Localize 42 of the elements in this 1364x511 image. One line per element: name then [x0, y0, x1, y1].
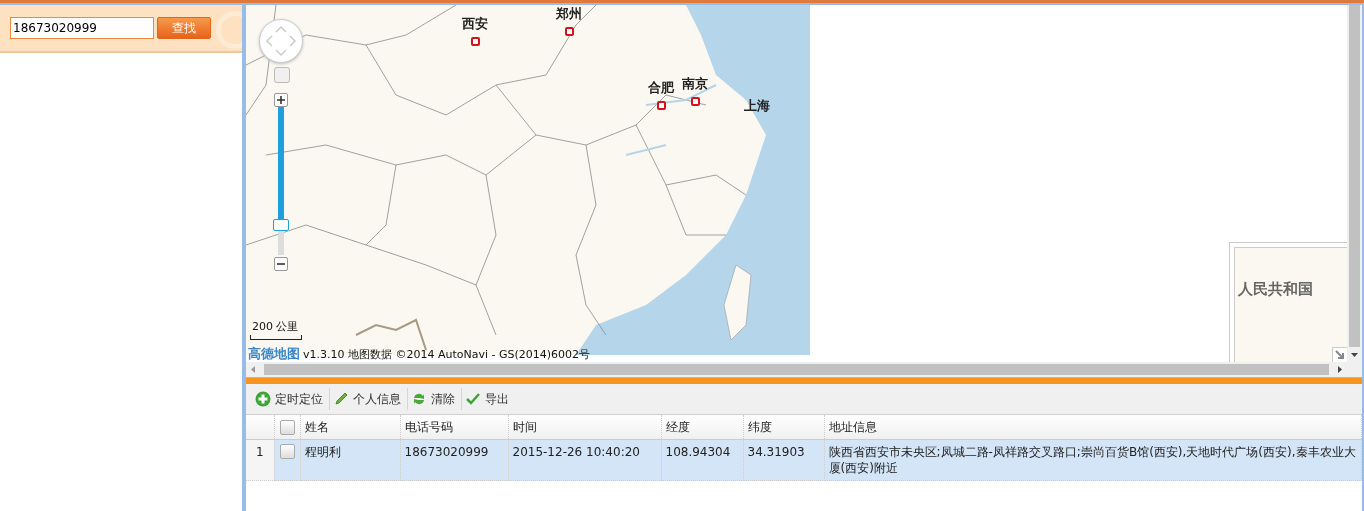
- select-all-checkbox[interactable]: [279, 419, 295, 435]
- table-cell: 18673020999: [400, 439, 508, 481]
- table-cell: 程明利: [300, 439, 400, 481]
- zoom-out-button[interactable]: [274, 257, 288, 271]
- table-cell: 108.94304: [661, 439, 743, 481]
- toolbar-button[interactable]: 清除: [408, 388, 462, 410]
- plus-icon: [276, 95, 286, 105]
- map-logo: 高德地图: [248, 345, 300, 362]
- city-label: 上海: [744, 97, 770, 115]
- city-label: 西安: [462, 15, 488, 33]
- toolbar-button[interactable]: 导出: [462, 388, 515, 410]
- column-header[interactable]: 姓名: [300, 415, 400, 440]
- city-label: 合肥: [648, 79, 674, 97]
- zoom-slider[interactable]: [273, 107, 289, 255]
- map-attribution: v1.3.10 地图数据 ©2014 AutoNavi - GS(2014)6002号: [303, 347, 591, 362]
- vertical-scrollbar[interactable]: [1347, 5, 1362, 362]
- pencil-icon: [333, 391, 349, 407]
- table-cell: 陕西省西安市未央区;凤城二路-凤祥路交叉路口;崇尚百货B馆(西安),天地时代广场(西安),秦丰农业大厦(西安)附近: [824, 439, 1362, 481]
- row-number: 1: [246, 439, 274, 481]
- toolbar-button[interactable]: 个人信息: [330, 388, 408, 410]
- horizontal-scrollbar[interactable]: [246, 362, 1362, 377]
- zoom-in-button[interactable]: [274, 93, 288, 107]
- scale-label: 200 公里: [252, 319, 299, 334]
- checkmark-icon: [465, 391, 481, 407]
- slider-thumb[interactable]: [273, 219, 289, 231]
- column-header[interactable]: 经度: [661, 415, 743, 440]
- overview-label: 人民共和国: [1238, 280, 1313, 299]
- row-checkbox[interactable]: [279, 444, 295, 459]
- column-header[interactable]: 地址信息: [824, 415, 1362, 440]
- city-label: 南京: [682, 75, 708, 93]
- locate-button[interactable]: [274, 67, 290, 83]
- refresh-icon: [411, 391, 427, 407]
- city-label: 郑州: [556, 5, 582, 23]
- search-field[interactable]: 18673020999: [10, 17, 154, 39]
- table-cell: 2015-12-26 10:40:20: [508, 439, 661, 481]
- table-cell: 34.31903: [743, 439, 824, 481]
- column-header[interactable]: 时间: [508, 415, 661, 440]
- column-header[interactable]: 电话号码: [400, 415, 508, 440]
- plus-icon: [255, 391, 271, 407]
- toolbar-button[interactable]: 定时定位: [252, 388, 330, 410]
- scale-bar: [250, 335, 302, 340]
- column-header[interactable]: 纬度: [743, 415, 824, 440]
